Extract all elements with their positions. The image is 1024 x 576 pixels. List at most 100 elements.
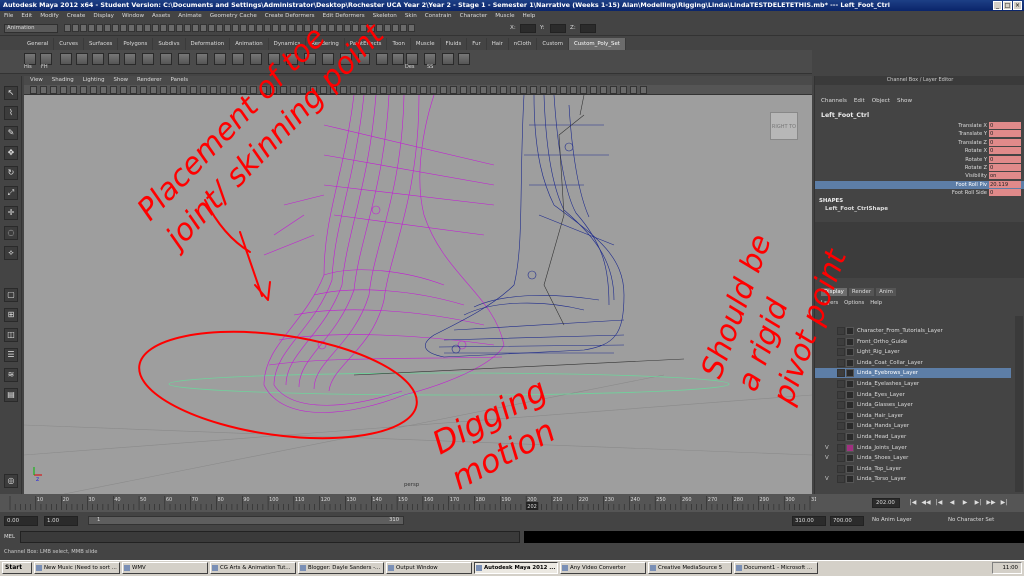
layer-color-swatch[interactable] [846, 369, 854, 378]
status-tool-icon[interactable] [128, 24, 135, 32]
layer-color-swatch[interactable] [846, 464, 854, 473]
panel-tool-icon[interactable] [560, 86, 567, 94]
attribute-row[interactable]: Translate Z0 [815, 138, 1024, 147]
taskbar-button[interactable]: WMV [122, 562, 208, 574]
menu-character[interactable]: Character [460, 11, 488, 21]
panel-tool-icon[interactable] [330, 86, 337, 94]
attribute-value[interactable]: 0 [989, 138, 1021, 146]
playback-button[interactable]: ▶ [960, 498, 970, 508]
layer-playback-toggle[interactable] [837, 433, 845, 441]
taskbar-button[interactable]: Blogger: Dayle Sanders -... [298, 562, 384, 574]
move-tool-icon[interactable]: ✥ [4, 146, 18, 160]
panel-tool-icon[interactable] [80, 86, 87, 94]
shelf-tab-surfaces[interactable]: Surfaces [84, 38, 119, 50]
lasso-tool-icon[interactable]: ⌇ [4, 106, 18, 120]
four-pane-icon[interactable]: ⊞ [4, 308, 18, 322]
panel-tool-icon[interactable] [600, 86, 607, 94]
layer-row[interactable]: Linda_Head_Layer [815, 432, 1011, 442]
status-tool-icon[interactable] [104, 24, 111, 32]
panel-tool-icon[interactable] [490, 86, 497, 94]
layer-playback-toggle[interactable] [837, 380, 845, 388]
paint-select-icon[interactable]: ✎ [4, 126, 18, 140]
panel-tool-icon[interactable] [340, 86, 347, 94]
start-button[interactable]: Start [2, 562, 32, 574]
panel-menu-renderer[interactable]: Renderer [137, 76, 162, 85]
panel-tool-icon[interactable] [310, 86, 317, 94]
menu-animate[interactable]: Animate [178, 11, 201, 21]
panel-tool-icon[interactable] [280, 86, 287, 94]
status-tool-icon[interactable] [320, 24, 327, 32]
panel-tool-icon[interactable] [160, 86, 167, 94]
layer-playback-toggle[interactable] [837, 390, 845, 399]
panel-tool-icon[interactable] [390, 86, 397, 94]
layer-menu-options[interactable]: Options [844, 300, 864, 306]
attribute-value[interactable]: 0 [989, 130, 1021, 138]
layer-playback-toggle[interactable] [837, 327, 845, 335]
layer-row[interactable]: V Linda_Shoes_Layer [815, 453, 1011, 463]
status-tool-icon[interactable] [312, 24, 319, 32]
status-tool-icon[interactable] [408, 24, 415, 32]
close-button[interactable]: × [1013, 1, 1022, 10]
panel-tool-icon[interactable] [270, 86, 277, 94]
panel-tool-icon[interactable] [370, 86, 377, 94]
status-tool-icon[interactable] [184, 24, 191, 32]
panel-tool-icon[interactable] [90, 86, 97, 94]
status-tool-icon[interactable] [296, 24, 303, 32]
last-tool-icon[interactable]: ⟡ [4, 246, 18, 260]
status-tool-icon[interactable] [200, 24, 207, 32]
attribute-value[interactable]: 20.119 [989, 180, 1021, 188]
layer-row[interactable]: Front_Ortho_Guide [815, 337, 1011, 347]
maximize-button[interactable]: □ [1003, 1, 1012, 10]
taskbar-button[interactable]: Any Video Converter [560, 562, 646, 574]
panel-tool-icon[interactable] [240, 86, 247, 94]
shelf-tab-polygons[interactable]: Polygons [118, 38, 154, 50]
status-tool-icon[interactable] [216, 24, 223, 32]
layer-playback-toggle[interactable] [837, 358, 845, 367]
panel-tool-icon[interactable] [60, 86, 67, 94]
shelf-tab-ncloth[interactable]: nCloth [509, 38, 538, 50]
panel-tool-icon[interactable] [500, 86, 507, 94]
shelf-tab-rendering[interactable]: Rendering [306, 38, 345, 50]
taskbar-button[interactable]: Output Window [386, 562, 472, 574]
scene-view[interactable]: z [24, 95, 812, 494]
panel-menu-shading[interactable]: Shading [52, 76, 74, 85]
range-bar[interactable]: 1 310 [88, 516, 404, 525]
shelf-tab-painteffects[interactable]: PaintEffects [345, 38, 388, 50]
shelf-tab-curves[interactable]: Curves [54, 38, 84, 50]
status-tool-icon[interactable] [208, 24, 215, 32]
status-tool-icon[interactable] [280, 24, 287, 32]
shelf-tab-toon[interactable]: Toon [387, 38, 411, 50]
status-tool-icon[interactable] [392, 24, 399, 32]
panel-menu-panels[interactable]: Panels [171, 76, 188, 85]
shelf-tool-icon[interactable] [268, 53, 280, 65]
status-tool-icon[interactable] [272, 24, 279, 32]
layer-row[interactable]: Linda_Coat_Collar_Layer [815, 358, 1011, 368]
status-tool-icon[interactable] [344, 24, 351, 32]
z-field[interactable] [580, 24, 596, 33]
panel-tool-icon[interactable] [70, 86, 77, 94]
menu-help[interactable]: Help [523, 11, 536, 21]
layer-playback-toggle[interactable] [837, 369, 845, 378]
menu-set-dropdown[interactable]: Animation [4, 24, 58, 33]
attribute-row[interactable]: Rotate X0 [815, 147, 1024, 155]
viewcube[interactable]: RIGHT TO [770, 112, 798, 140]
shelf-tool-icon[interactable] [442, 53, 454, 65]
layer-row[interactable]: Linda_Eyes_Layer [815, 390, 1011, 400]
shelf-tool-icon[interactable] [76, 53, 88, 65]
mel-command-field[interactable] [20, 531, 520, 543]
layer-playback-toggle[interactable] [837, 348, 845, 357]
panel-tool-icon[interactable] [110, 86, 117, 94]
attribute-value[interactable]: on [989, 172, 1021, 180]
panel-tool-icon[interactable] [460, 86, 467, 94]
layer-row[interactable]: Linda_Glasses_Layer [815, 400, 1011, 410]
channel-menu-show[interactable]: Show [897, 98, 912, 104]
menu-create[interactable]: Create [67, 11, 86, 21]
x-field[interactable] [520, 24, 536, 33]
layer-color-swatch[interactable] [846, 327, 854, 335]
panel-tool-icon[interactable] [140, 86, 147, 94]
shelf-tool-icon[interactable] [142, 53, 154, 65]
layout-icon[interactable]: ▤ [4, 388, 18, 402]
panel-menu-show[interactable]: Show [114, 76, 129, 85]
shelf-tab-custom_poly_set[interactable]: Custom_Poly_Set [568, 38, 626, 50]
layer-row[interactable]: Light_Rig_Layer [815, 347, 1011, 357]
